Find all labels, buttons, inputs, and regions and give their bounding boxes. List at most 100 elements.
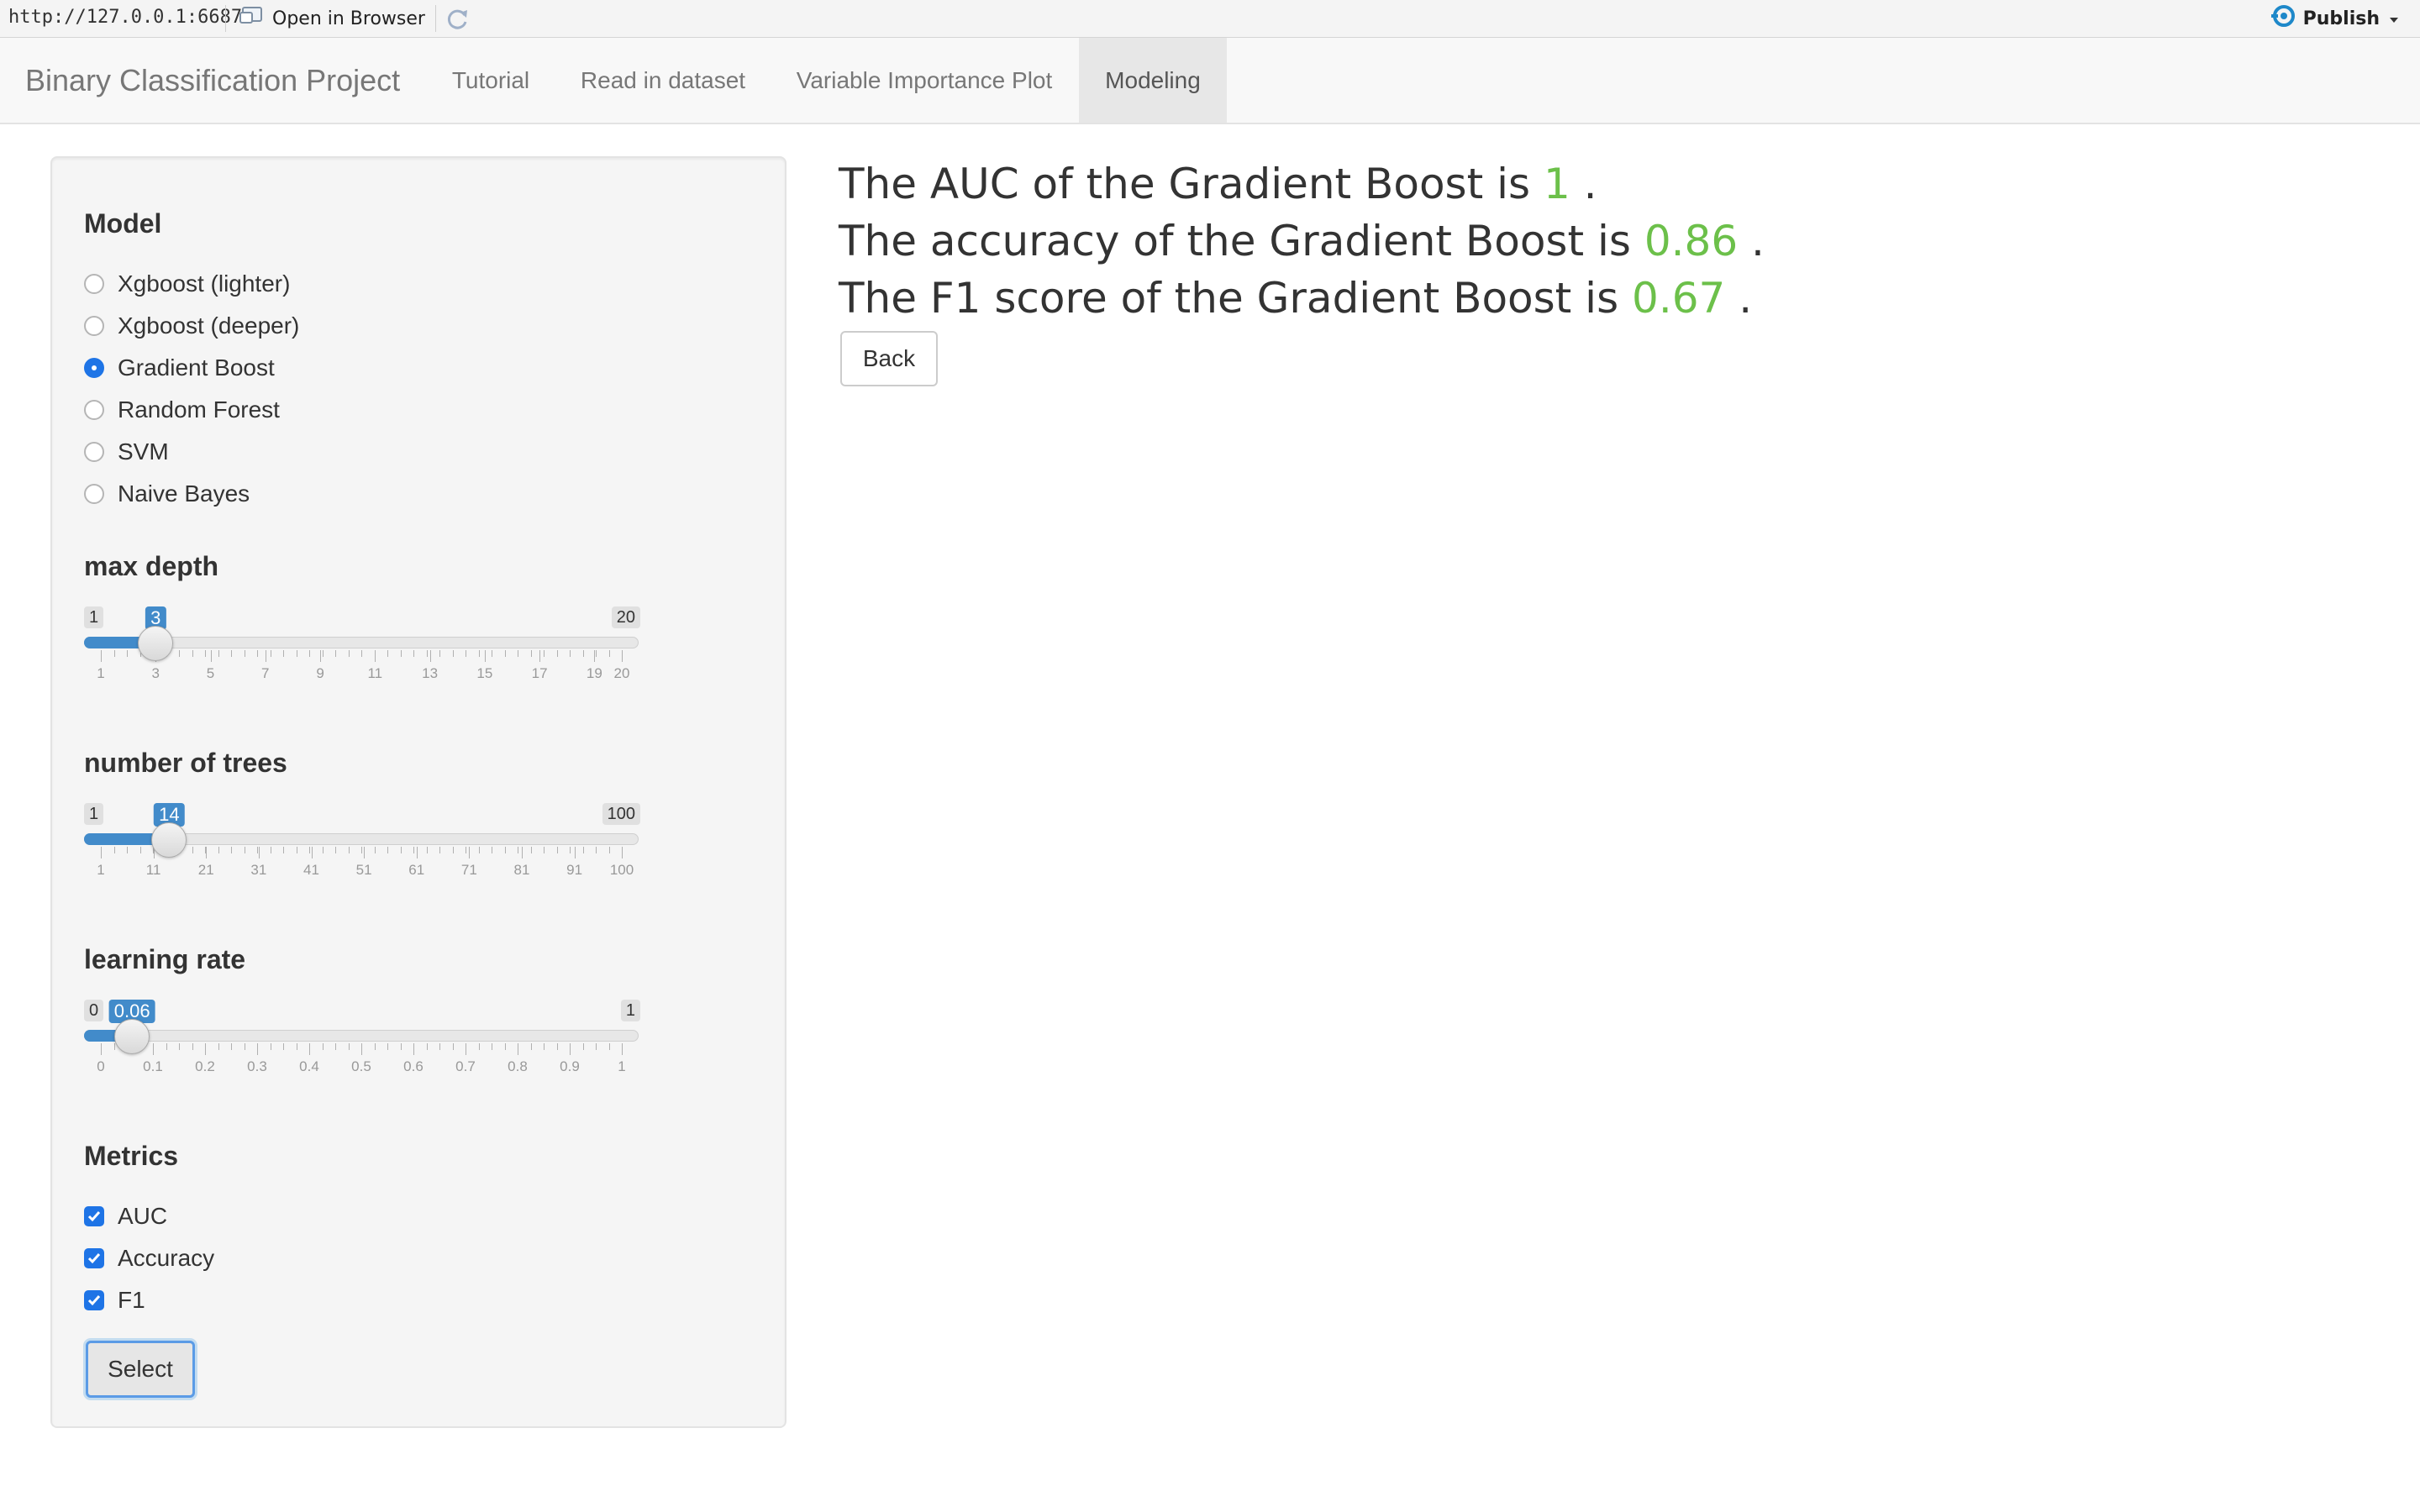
number-of-trees-slider[interactable]: 1 100 14 1 11 21 31 41 51 61 71 81 91 100 <box>84 803 689 946</box>
slider-tick-label: 15 <box>476 665 493 681</box>
radio-xgboost-lighter[interactable]: Xgboost (lighter) <box>84 267 290 301</box>
slider-major-tick <box>413 1043 414 1055</box>
slider-minor-tick <box>556 650 558 657</box>
radio-xgboost-deeper[interactable]: Xgboost (deeper) <box>84 309 299 343</box>
slider-tick-label: 61 <box>408 862 425 878</box>
tab-tutorial[interactable]: Tutorial <box>430 38 551 123</box>
slider-minor-tick <box>309 650 310 657</box>
radio-naive-bayes[interactable]: Naive Bayes <box>84 477 250 511</box>
slider-tick-label: 21 <box>197 862 214 878</box>
radio-label: Random Forest <box>118 396 280 423</box>
slider-minor-tick <box>504 650 506 657</box>
slider-tick-label: 31 <box>250 862 267 878</box>
checkbox-checked[interactable] <box>84 1206 104 1226</box>
result-period: . <box>1751 217 1765 265</box>
slider-minor-tick <box>426 650 428 657</box>
slider-minor-tick <box>179 1043 180 1050</box>
tab-read-in-dataset[interactable]: Read in dataset <box>558 38 768 123</box>
slider-minor-tick <box>322 1043 324 1050</box>
slider-minor-tick <box>570 650 571 657</box>
tab-variable-importance-plot[interactable]: Variable Importance Plot <box>775 38 1074 123</box>
radio-button[interactable] <box>84 442 104 462</box>
slider-minor-tick <box>439 650 440 657</box>
select-button[interactable]: Select <box>86 1341 195 1398</box>
slider-minor-tick <box>387 847 388 853</box>
slider-tick-label: 0.1 <box>143 1058 163 1074</box>
max-depth-slider[interactable]: 1 20 3 1 3 5 7 9 11 13 15 17 19 20 <box>84 606 689 749</box>
slider-minor-tick <box>400 650 402 657</box>
open-in-browser-icon <box>239 6 272 31</box>
slider-tick-label: 0.6 <box>403 1058 424 1074</box>
radio-button[interactable] <box>84 400 104 420</box>
radio-button[interactable] <box>84 316 104 336</box>
viewer-url: http://127.0.0.1:6687 <box>8 7 243 28</box>
slider-tick-label: 0.9 <box>560 1058 580 1074</box>
checkbox-f1[interactable]: F1 <box>84 1284 145 1317</box>
slider-tick-label: 1 <box>97 665 105 681</box>
radio-gradient-boost[interactable]: Gradient Boost <box>84 351 275 385</box>
checkmark-icon <box>87 1253 101 1264</box>
slider-minor-tick <box>335 847 336 853</box>
slider-minor-tick <box>478 1043 480 1050</box>
number-of-trees-label: number of trees <box>84 748 287 778</box>
publish-button[interactable]: Publish <box>2270 5 2400 32</box>
checkbox-checked[interactable] <box>84 1248 104 1268</box>
slider-minor-tick <box>530 847 532 853</box>
slider-minor-tick <box>608 847 610 853</box>
slider-minor-tick <box>231 847 232 853</box>
slider-minor-tick <box>556 1043 558 1050</box>
slider-minor-tick <box>570 847 571 853</box>
slider-minor-tick <box>192 650 193 657</box>
checkbox-auc[interactable]: AUC <box>84 1200 167 1233</box>
radio-label: Xgboost (lighter) <box>118 270 291 297</box>
slider-handle[interactable] <box>138 626 174 661</box>
slider-handle[interactable] <box>114 1019 150 1054</box>
toolbar-divider <box>435 5 436 32</box>
slider-handle[interactable] <box>151 822 187 858</box>
learning-rate-slider[interactable]: 0 1 0.06 0 0.1 0.2 0.3 0.4 0.5 0.6 0.7 0.8 0.9 1 <box>84 1000 689 1142</box>
slider-major-tick <box>574 847 576 858</box>
navbar-brand[interactable]: Binary Classification Project <box>25 38 400 123</box>
slider-major-tick <box>594 650 596 662</box>
slider-minor-tick <box>530 650 532 657</box>
back-button[interactable]: Back <box>840 331 938 386</box>
slider-major-tick <box>484 650 486 662</box>
slider-major-tick <box>257 1043 258 1055</box>
checkbox-label: F1 <box>118 1287 145 1313</box>
slider-tick-label: 11 <box>145 862 161 878</box>
slider-minor-tick <box>335 650 336 657</box>
slider-major-tick <box>469 847 471 858</box>
slider-major-tick <box>539 650 541 662</box>
slider-major-tick <box>205 1043 206 1055</box>
slider-minor-tick <box>426 847 428 853</box>
metrics-label: Metrics <box>84 1141 179 1171</box>
slider-major-tick <box>258 847 260 858</box>
slider-minor-tick <box>231 650 232 657</box>
slider-tick-label: 20 <box>613 665 630 681</box>
slider-major-tick <box>570 1043 571 1055</box>
radio-random-forest[interactable]: Random Forest <box>84 393 280 427</box>
radio-button[interactable] <box>84 484 104 504</box>
slider-major-tick <box>101 847 102 858</box>
radio-svm[interactable]: SVM <box>84 435 169 469</box>
checkbox-accuracy[interactable]: Accuracy <box>84 1242 214 1275</box>
radio-button[interactable] <box>84 274 104 294</box>
radio-button-selected[interactable] <box>84 358 104 378</box>
slider-minor-tick <box>348 650 350 657</box>
result-text: The accuracy of the Gradient Boost is <box>839 217 1631 265</box>
slider-minor-tick <box>387 650 388 657</box>
open-in-browser-button[interactable]: Open in Browser <box>239 5 425 32</box>
slider-minor-tick <box>257 650 258 657</box>
slider-track[interactable] <box>84 1030 639 1042</box>
slider-tick-label: 91 <box>566 862 583 878</box>
slider-max-label: 20 <box>611 606 640 628</box>
refresh-button[interactable] <box>444 5 472 34</box>
slider-major-tick <box>622 650 623 662</box>
tab-modeling[interactable]: Modeling <box>1079 38 1227 123</box>
slider-major-tick <box>522 847 523 858</box>
slider-tick-label: 11 <box>367 665 383 681</box>
slider-major-tick <box>309 1043 310 1055</box>
refresh-icon <box>444 9 472 39</box>
checkbox-checked[interactable] <box>84 1290 104 1310</box>
slider-tick-label: 51 <box>355 862 372 878</box>
